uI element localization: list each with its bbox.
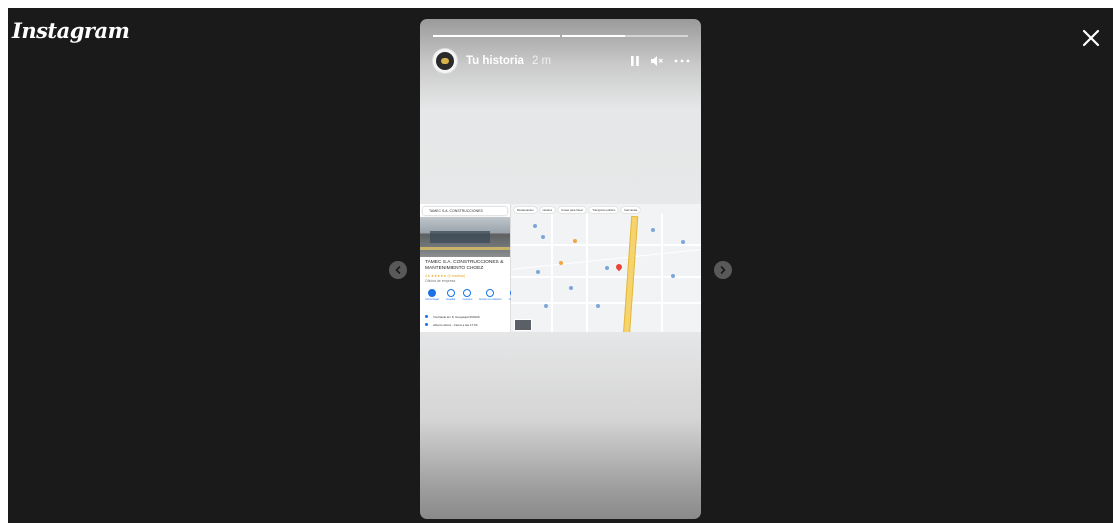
close-button[interactable] [1079, 26, 1103, 50]
story-timestamp: 2 m [531, 55, 552, 67]
street-view-thumbnail [514, 319, 532, 331]
story-header: Tu historia 2 m [432, 47, 690, 75]
place-photo [420, 217, 510, 257]
progress-segment [433, 35, 560, 37]
more-options-icon [674, 59, 690, 63]
story-progress [433, 35, 688, 37]
story-card[interactable]: Tu historia 2 m TAMEC S.A. CONSTRUCCIONE… [420, 19, 701, 519]
volume-muted-icon [651, 56, 663, 66]
story-media-screenshot: TAMEC S.A. CONSTRUCCIONES TAMEC S.A. CON… [420, 204, 701, 332]
map-chip: Farmacias [621, 207, 641, 213]
avatar[interactable] [432, 48, 458, 74]
location-marker-icon [614, 262, 624, 272]
story-username[interactable]: Tu historia [466, 55, 524, 67]
place-title: TAMEC S.A. CONSTRUCCIONES & MANTENIMIENT… [425, 260, 504, 271]
place-actions: Cómo llegar Guardar Cercano Enviar a tu … [425, 289, 520, 301]
place-panel: TAMEC S.A. CONSTRUCCIONES TAMEC S.A. CON… [420, 204, 520, 332]
story-viewer: Instagram Tu historia 2 m TAMEC S.A. CON… [8, 8, 1113, 523]
chevron-left-icon [395, 266, 401, 274]
pause-icon [631, 56, 639, 66]
place-category: Oficina de empresa [425, 279, 456, 283]
pause-button[interactable] [630, 55, 640, 67]
chevron-right-icon [720, 266, 726, 274]
map-chip: Transporte público [589, 207, 619, 213]
next-story-button[interactable] [714, 261, 732, 279]
previous-story-button[interactable] [389, 261, 407, 279]
instagram-logo[interactable]: Instagram [12, 18, 130, 43]
story-controls [630, 55, 690, 67]
place-hours: Abierto ahora · Cierra a las 17:00 [425, 323, 477, 327]
close-icon [1082, 29, 1100, 47]
progress-segment [561, 35, 688, 37]
map-chip: Restaurantes [514, 207, 537, 213]
map-chip: Cosas para hacer [558, 207, 587, 213]
action-send-phone: Enviar a tu teléfono [479, 289, 502, 301]
mute-button[interactable] [650, 55, 664, 67]
map-chip: Hoteles [539, 207, 556, 213]
more-options-button[interactable] [674, 58, 690, 64]
place-rating: 4,6 ★★★★★ (3 reseñas) [425, 274, 466, 278]
map-area: Restaurantes Hoteles Cosas para hacer Tr… [511, 204, 701, 332]
place-address: Vía Daule km 8, Guayaquil 090109 [425, 315, 480, 319]
map-search-input: TAMEC S.A. CONSTRUCCIONES [423, 207, 507, 215]
map-category-chips: Restaurantes Hoteles Cosas para hacer Tr… [514, 207, 641, 213]
action-nearby: Cercano [463, 289, 472, 301]
action-save: Guardar [446, 289, 456, 301]
action-directions: Cómo llegar [425, 289, 439, 301]
